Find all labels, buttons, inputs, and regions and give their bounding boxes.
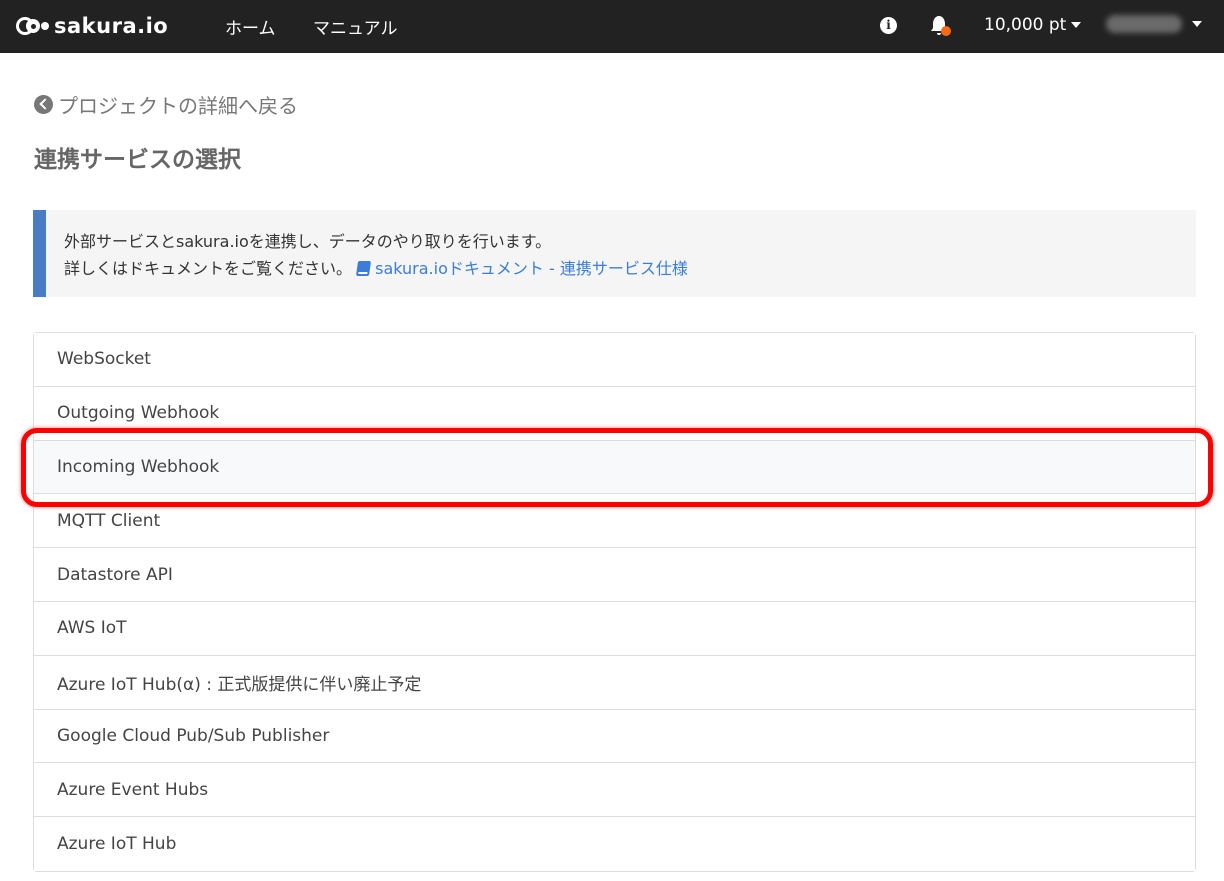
service-item-aws-iot[interactable]: AWS IoT	[34, 601, 1195, 656]
points-label: 10,000 pt	[984, 15, 1067, 35]
service-item-outgoing-webhook[interactable]: Outgoing Webhook	[34, 386, 1195, 441]
service-item-mqtt-client[interactable]: MQTT Client	[34, 494, 1195, 549]
blurred-username	[1106, 15, 1182, 33]
back-link-label: プロジェクトの詳細へ戻る	[58, 94, 298, 118]
doc-link[interactable]: sakura.ioドキュメント - 連携サービス仕様	[356, 259, 688, 278]
nav-manual-link[interactable]: マニュアル	[313, 14, 398, 39]
service-item-incoming-webhook[interactable]: Incoming Webhook	[34, 440, 1195, 495]
info-callout: 外部サービスとsakura.ioを連携し、データのやり取りを行います。 詳しくは…	[33, 210, 1196, 297]
top-navbar: sakura.io ホーム マニュアル i 10,000 pt	[0, 0, 1224, 53]
service-item-azure-iot-hub[interactable]: Azure IoT Hub	[34, 817, 1195, 871]
doc-link-label: sakura.ioドキュメント - 連携サービス仕様	[375, 259, 688, 278]
service-list: WebSocket Outgoing Webhook Incoming Webh…	[33, 332, 1196, 872]
sakura-io-logo[interactable]: sakura.io	[16, 13, 168, 39]
service-item-google-cloud-pubsub[interactable]: Google Cloud Pub/Sub Publisher	[34, 709, 1195, 764]
back-to-project-link[interactable]: プロジェクトの詳細へ戻る	[34, 90, 298, 119]
service-item-azure-iot-hub-alpha[interactable]: Azure IoT Hub(α) : 正式版提供に伴い廃止予定	[34, 655, 1195, 710]
chevron-down-icon	[1071, 22, 1082, 28]
arrow-circle-left-icon	[34, 95, 53, 114]
logo-text: sakura.io	[54, 14, 169, 38]
points-dropdown[interactable]: 10,000 pt	[984, 15, 1082, 35]
callout-line-2-text: 詳しくはドキュメントをご覧ください。	[64, 259, 353, 278]
user-dropdown[interactable]	[1106, 15, 1202, 33]
page-title: 連携サービスの選択	[34, 147, 241, 173]
bell-icon[interactable]	[930, 14, 952, 38]
service-item-azure-event-hubs[interactable]: Azure Event Hubs	[34, 763, 1195, 818]
nav-home-link[interactable]: ホーム	[225, 14, 276, 39]
service-item-websocket[interactable]: WebSocket	[34, 333, 1195, 387]
logo-mark-icon	[16, 15, 50, 37]
chevron-down-icon	[1192, 21, 1202, 27]
callout-line-2: 詳しくはドキュメントをご覧ください。 sakura.ioドキュメント - 連携サ…	[64, 255, 1196, 282]
info-icon[interactable]: i	[880, 17, 897, 34]
service-item-datastore-api[interactable]: Datastore API	[34, 548, 1195, 602]
book-icon	[356, 261, 372, 276]
callout-line-1: 外部サービスとsakura.ioを連携し、データのやり取りを行います。	[64, 232, 552, 251]
